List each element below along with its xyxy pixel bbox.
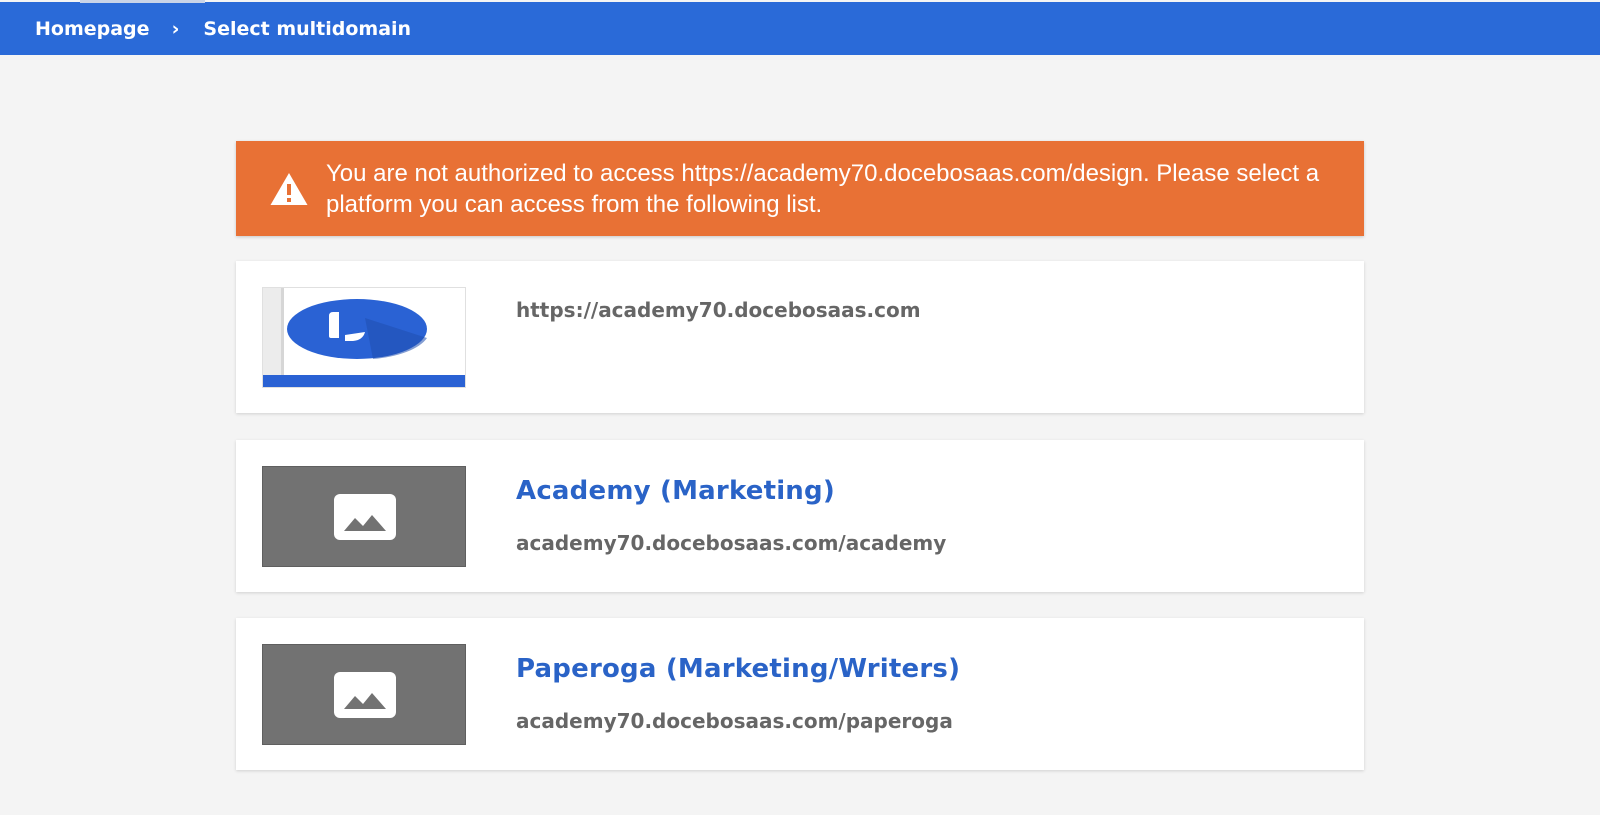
platform-card-academy[interactable]: Academy (Marketing) academy70.docebosaas…	[236, 440, 1364, 592]
docebo-logo-icon	[263, 288, 465, 387]
breadcrumb-current-page: Select multidomain	[203, 17, 412, 40]
platform-url: academy70.docebosaas.com/paperoga	[516, 709, 953, 733]
breadcrumb-chevron-icon: ›	[171, 17, 180, 40]
platform-card-paperoga[interactable]: Paperoga (Marketing/Writers) academy70.d…	[236, 618, 1364, 770]
platform-url: academy70.docebosaas.com/academy	[516, 531, 947, 555]
platform-card-main[interactable]: https://academy70.docebosaas.com	[236, 261, 1364, 413]
image-placeholder-icon	[334, 494, 396, 540]
platform-thumbnail	[262, 287, 466, 388]
platform-title-link[interactable]: Academy (Marketing)	[516, 476, 835, 506]
alert-message: You are not authorized to access https:/…	[326, 159, 1320, 218]
platform-title-link[interactable]: Paperoga (Marketing/Writers)	[516, 654, 960, 684]
platform-url: https://academy70.docebosaas.com	[516, 298, 921, 322]
warning-icon	[270, 172, 308, 205]
browser-tab-indicator	[80, 0, 205, 3]
top-navigation-bar: Homepage › Select multidomain	[0, 0, 1600, 55]
image-placeholder-icon	[334, 672, 396, 718]
unauthorized-alert-banner: You are not authorized to access https:/…	[236, 141, 1364, 236]
platform-thumbnail	[262, 466, 466, 567]
platform-thumbnail	[262, 644, 466, 745]
breadcrumb-homepage-link[interactable]: Homepage	[35, 18, 150, 40]
